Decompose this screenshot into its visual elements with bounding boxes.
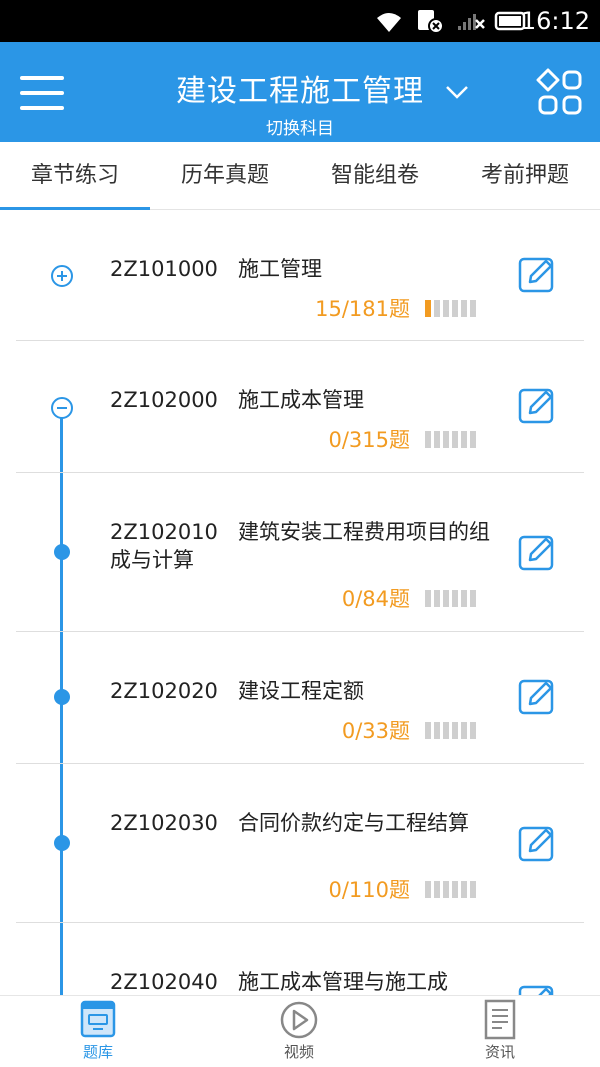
section-row[interactable]: 2Z102030 合同价款约定与工程结算 0/110题 xyxy=(16,764,584,923)
nav-label: 视频 xyxy=(283,1043,314,1061)
play-icon xyxy=(280,1001,318,1039)
section-row[interactable]: 2Z102040 施工成本管理与施工成 xyxy=(16,923,584,995)
edit-practice-icon[interactable] xyxy=(518,983,556,995)
menu-button[interactable] xyxy=(20,76,66,110)
bottom-nav: 题库 视频 资讯 xyxy=(0,995,600,1067)
section-title: 2Z102010 建筑安装工程费用项目的组成与计算 xyxy=(110,520,490,572)
progress-bars xyxy=(425,590,476,607)
tab-past-exams[interactable]: 历年真题 xyxy=(150,142,300,210)
edit-practice-icon[interactable] xyxy=(518,824,556,862)
switch-subject-link[interactable]: 切换科目 xyxy=(200,118,400,140)
tab-pre-exam-questions[interactable]: 考前押题 xyxy=(450,142,600,210)
chevron-down-icon[interactable] xyxy=(443,80,471,104)
section-row[interactable]: 2Z102020 建设工程定额 0/33题 xyxy=(16,632,584,764)
question-bank-icon xyxy=(80,1000,116,1038)
nav-question-bank[interactable]: 题库 xyxy=(43,996,153,1067)
edit-practice-icon[interactable] xyxy=(518,386,556,424)
tab-chapter-practice[interactable]: 章节练习 xyxy=(0,142,150,210)
sim-blocked-icon xyxy=(418,10,444,34)
progress-bars xyxy=(425,431,476,448)
chapter-row[interactable]: 2Z102000 施工成本管理 0/315题 xyxy=(16,341,584,473)
progress-count: 0/84题 xyxy=(341,587,410,611)
section-title: 2Z102030 合同价款约定与工程结算 xyxy=(110,811,469,835)
tree-node-dot xyxy=(54,835,70,851)
edit-practice-icon[interactable] xyxy=(518,677,556,715)
progress-count: 0/315题 xyxy=(328,428,410,452)
chapter-title: 2Z101000 施工管理 xyxy=(110,257,322,281)
chapter-list: 2Z101000 施工管理 15/181题 2Z102000 施工成本管理 0/… xyxy=(0,210,600,995)
clock: 16:12 xyxy=(520,7,590,35)
edit-practice-icon[interactable] xyxy=(518,255,556,293)
progress-bars xyxy=(425,722,476,739)
wifi-icon xyxy=(377,13,401,32)
tree-node-dot xyxy=(54,544,70,560)
nav-video[interactable]: 视频 xyxy=(244,996,354,1067)
signal-icon xyxy=(458,14,485,30)
news-document-icon xyxy=(484,999,516,1040)
app-header: 建设工程施工管理 切换科目 xyxy=(0,42,600,142)
section-title: 2Z102020 建设工程定额 xyxy=(110,679,364,703)
tree-node-dot xyxy=(54,689,70,705)
progress-bars xyxy=(425,300,476,317)
nav-news[interactable]: 资讯 xyxy=(445,996,555,1067)
tab-bar: 章节练习 历年真题 智能组卷 考前押题 xyxy=(0,142,600,210)
section-row[interactable]: 2Z102010 建筑安装工程费用项目的组成与计算 0/84题 xyxy=(16,473,584,632)
progress-count: 0/110题 xyxy=(328,878,410,902)
subject-title[interactable]: 建设工程施工管理 xyxy=(160,72,440,112)
nav-label: 题库 xyxy=(82,1043,113,1061)
edit-practice-icon[interactable] xyxy=(518,533,556,571)
chapter-row[interactable]: 2Z101000 施工管理 15/181题 xyxy=(16,210,584,341)
progress-count: 0/33题 xyxy=(341,719,410,743)
nav-label: 资讯 xyxy=(484,1043,515,1061)
chapter-title: 2Z102000 施工成本管理 xyxy=(110,388,364,412)
collapse-minus-icon[interactable] xyxy=(50,396,74,420)
progress-bars xyxy=(425,881,476,898)
expand-plus-icon[interactable] xyxy=(50,264,74,288)
progress-count: 15/181题 xyxy=(315,297,410,321)
status-bar: 16:12 xyxy=(0,0,600,42)
section-title: 2Z102040 施工成本管理与施工成 xyxy=(110,970,448,994)
tab-smart-paper[interactable]: 智能组卷 xyxy=(300,142,450,210)
grid-menu-icon[interactable] xyxy=(536,68,584,118)
